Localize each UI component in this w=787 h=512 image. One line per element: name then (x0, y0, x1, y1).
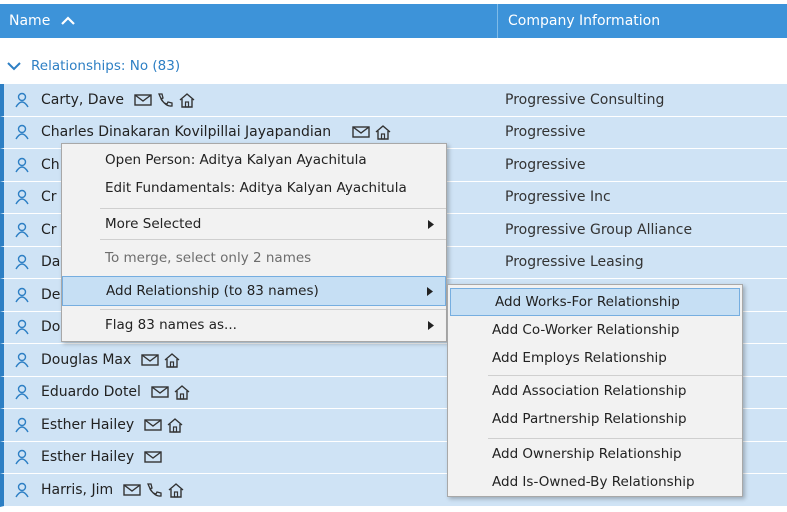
person-icon (15, 222, 29, 238)
menu-item-partnership[interactable]: Add Partnership Relationship (448, 406, 742, 432)
menu-item-works-for[interactable]: Add Works-For Relationship (450, 288, 740, 316)
company-column-label: Company Information (508, 13, 661, 29)
phone-icon[interactable] (144, 482, 164, 498)
person-name: Esther Hailey (41, 449, 135, 466)
email-icon[interactable] (351, 124, 371, 140)
menu-item-more-selected[interactable]: More Selected (62, 209, 446, 239)
menu-item-label: Add Partnership Relationship (492, 411, 687, 427)
person-icon (15, 482, 29, 498)
relationship-submenu: Add Works-For Relationship Add Co-Worker… (447, 284, 743, 497)
sort-ascending-icon[interactable] (60, 13, 76, 29)
menu-item-ownership[interactable]: Add Ownership Relationship (448, 439, 742, 469)
menu-item-co-worker[interactable]: Add Co-Worker Relationship (448, 316, 742, 344)
company-column-header[interactable]: Company Information (498, 4, 787, 38)
menu-item-label: Flag 83 names as... (105, 317, 237, 333)
person-icon (15, 190, 29, 205)
person-icon (15, 320, 29, 335)
chevron-down-icon[interactable] (6, 58, 22, 74)
menu-item-association[interactable]: Add Association Relationship (448, 376, 742, 406)
menu-item-edit-fundamentals[interactable]: Edit Fundamentals: Aditya Kalyan Ayachit… (62, 174, 446, 202)
group-label: Relationships: No (83) (31, 58, 181, 74)
name-column-header[interactable]: Name (0, 4, 498, 38)
person-icon (15, 417, 29, 433)
email-icon[interactable] (143, 449, 163, 465)
email-icon[interactable] (150, 384, 170, 400)
table-row[interactable]: Carty, Dave Progressive Consulting (0, 84, 787, 117)
email-icon[interactable] (140, 352, 160, 368)
person-icon (15, 352, 29, 368)
menu-item-open-person[interactable]: Open Person: Aditya Kalyan Ayachitula (62, 146, 446, 174)
person-name: Carty, Dave (41, 91, 125, 108)
home-icon[interactable] (172, 384, 192, 400)
person-icon (15, 255, 29, 270)
menu-item-label: Add Works-For Relationship (495, 294, 680, 310)
company-cell: Progressive Inc (505, 189, 611, 206)
company-cell: Progressive (505, 124, 586, 141)
group-header[interactable]: Relationships: No (83) (0, 50, 180, 82)
home-icon[interactable] (165, 417, 185, 433)
company-cell: Progressive Consulting (505, 91, 665, 108)
person-name: Do (41, 319, 61, 336)
email-icon[interactable] (143, 417, 163, 433)
home-icon[interactable] (177, 92, 197, 108)
person-name: Harris, Jim (41, 481, 114, 498)
company-cell: Progressive (505, 156, 586, 173)
menu-item-label: Add Ownership Relationship (492, 446, 682, 462)
email-icon[interactable] (133, 92, 153, 108)
list-header: Name Company Information (0, 4, 787, 38)
name-column-label: Name (9, 13, 51, 29)
submenu-arrow-icon (428, 320, 434, 330)
person-icon (15, 450, 29, 465)
context-menu: Open Person: Aditya Kalyan Ayachitula Ed… (61, 143, 447, 342)
submenu-arrow-icon (427, 286, 433, 296)
person-name: Esther Hailey (41, 416, 135, 433)
home-icon[interactable] (373, 124, 393, 140)
menu-item-label: To merge, select only 2 names (105, 250, 312, 266)
home-icon[interactable] (162, 352, 182, 368)
menu-item-label: Edit Fundamentals: Aditya Kalyan Ayachit… (105, 180, 407, 196)
company-cell: Progressive Leasing (505, 254, 644, 271)
person-name: Da (41, 254, 61, 271)
person-icon (15, 157, 29, 173)
menu-item-label: Add Relationship (to 83 names) (106, 283, 319, 299)
person-name: Cr (41, 189, 57, 206)
menu-item-label: Open Person: Aditya Kalyan Ayachitula (105, 152, 367, 168)
menu-item-add-relationship[interactable]: Add Relationship (to 83 names) (62, 276, 446, 306)
person-icon (15, 92, 29, 108)
menu-item-label: Add Is-Owned-By Relationship (492, 474, 695, 490)
email-icon[interactable] (122, 482, 142, 498)
menu-item-label: Add Association Relationship (492, 383, 687, 399)
person-icon (15, 287, 29, 303)
phone-icon[interactable] (155, 92, 175, 108)
menu-item-label: Add Co-Worker Relationship (492, 322, 680, 338)
menu-item-flag-names[interactable]: Flag 83 names as... (62, 310, 446, 340)
person-icon (15, 125, 29, 140)
person-name: Charles Dinakaran Kovilpillai Jayapandia… (41, 124, 332, 141)
person-name: Eduardo Dotel (41, 384, 141, 401)
person-icon (15, 385, 29, 400)
person-name: De (41, 286, 61, 303)
menu-item-label: Add Employs Relationship (492, 350, 667, 366)
menu-item-is-owned-by[interactable]: Add Is-Owned-By Relationship (448, 469, 742, 495)
home-icon[interactable] (166, 482, 186, 498)
person-name: Cr (41, 221, 57, 238)
menu-item-employs[interactable]: Add Employs Relationship (448, 344, 742, 372)
menu-item-label: More Selected (105, 216, 202, 232)
company-cell: Progressive Group Alliance (505, 221, 693, 238)
menu-item-merge-hint: To merge, select only 2 names (62, 240, 446, 276)
submenu-arrow-icon (428, 219, 434, 229)
person-name: Douglas Max (41, 351, 132, 368)
person-name: Ch (41, 156, 60, 173)
